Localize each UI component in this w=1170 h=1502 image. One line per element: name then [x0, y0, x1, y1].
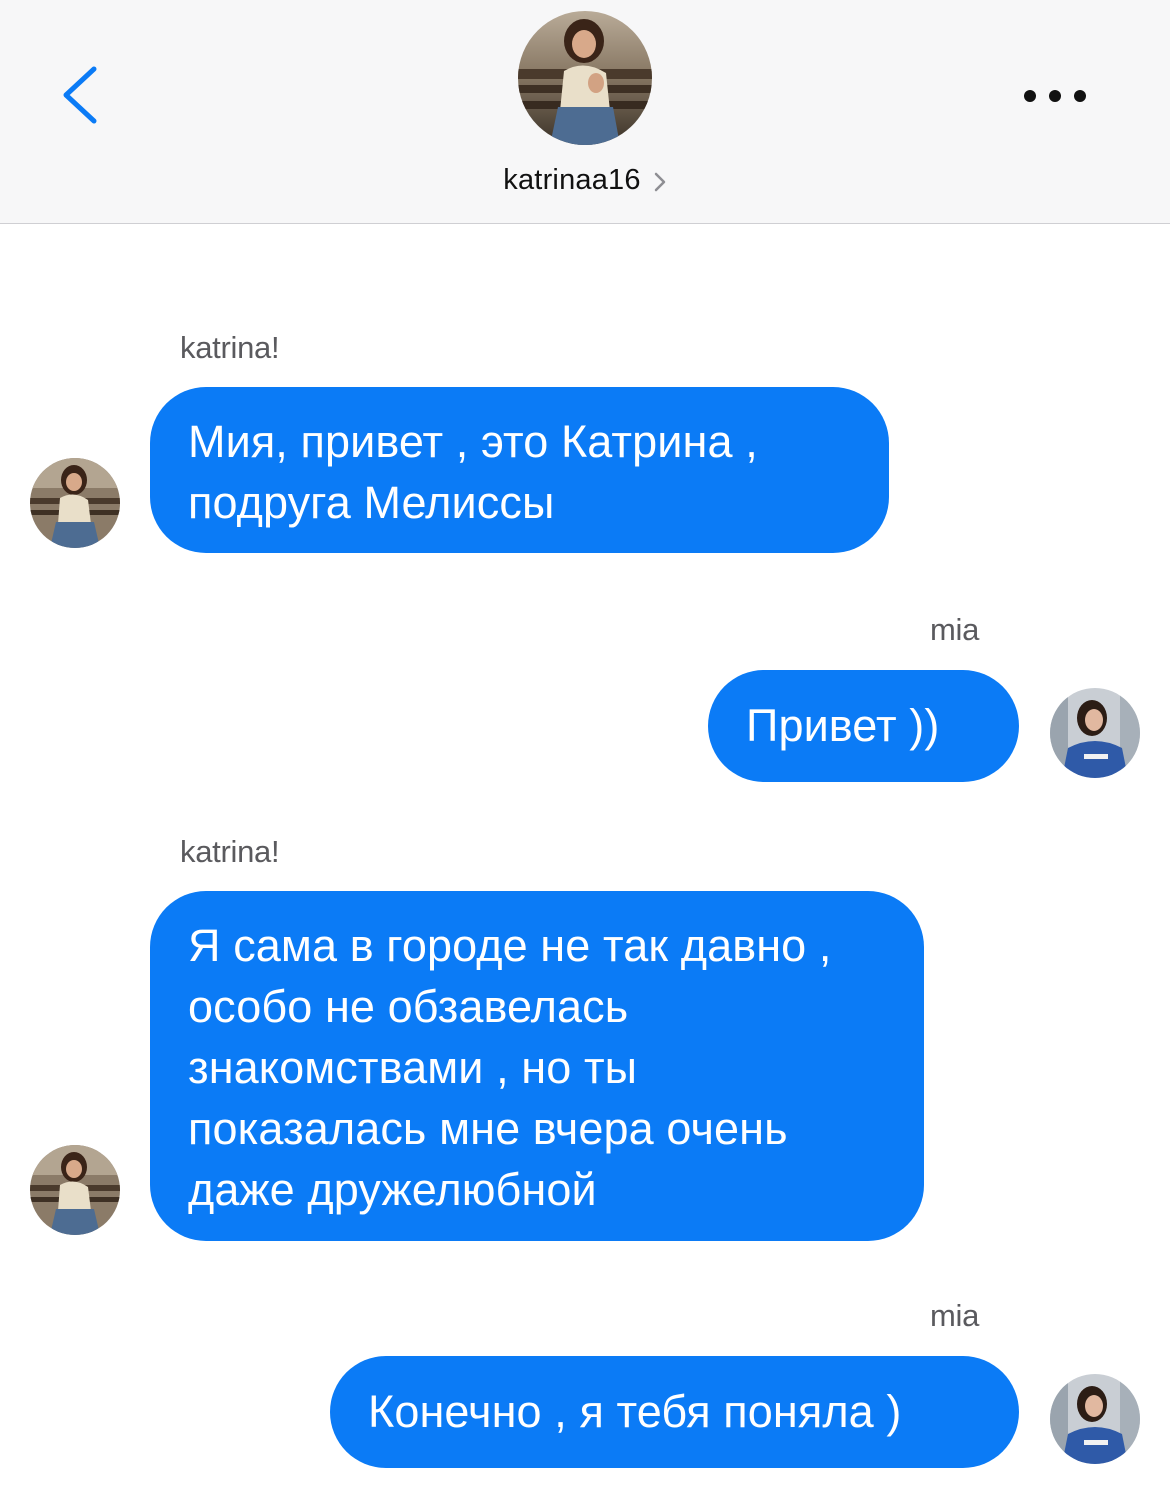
chat-header: katrinaa16	[0, 0, 1170, 224]
avatar-katrina[interactable]	[30, 458, 120, 548]
sender-label: mia	[930, 1298, 980, 1333]
contact-avatar[interactable]	[518, 11, 652, 145]
sender-label: mia	[930, 612, 980, 647]
chat-screen: katrinaa16 katrina! Мия, привет , это Ка…	[0, 0, 1170, 1502]
message-bubble-outgoing[interactable]: Конечно , я тебя поняла )	[330, 1356, 1019, 1468]
more-options-button[interactable]	[1012, 76, 1102, 116]
avatar-mia[interactable]	[1050, 688, 1140, 778]
chevron-left-icon	[63, 66, 97, 124]
message-bubble-outgoing[interactable]: Привет ))	[708, 670, 1019, 782]
contact-name-link[interactable]: katrinaa16	[0, 160, 1170, 200]
message-bubble-incoming[interactable]: Мия, привет , это Катрина , подруга Мели…	[150, 387, 889, 553]
chevron-right-icon	[654, 172, 665, 191]
sender-label: katrina!	[180, 834, 280, 869]
more-dots-icon	[1024, 90, 1086, 102]
back-button[interactable]	[50, 55, 110, 135]
message-bubble-incoming[interactable]: Я сама в городе не так давно , особо не …	[150, 891, 924, 1241]
sender-label: katrina!	[180, 330, 280, 365]
contact-username: katrinaa16	[503, 163, 641, 196]
avatar-katrina[interactable]	[30, 1145, 120, 1235]
avatar-mia[interactable]	[1050, 1374, 1140, 1464]
